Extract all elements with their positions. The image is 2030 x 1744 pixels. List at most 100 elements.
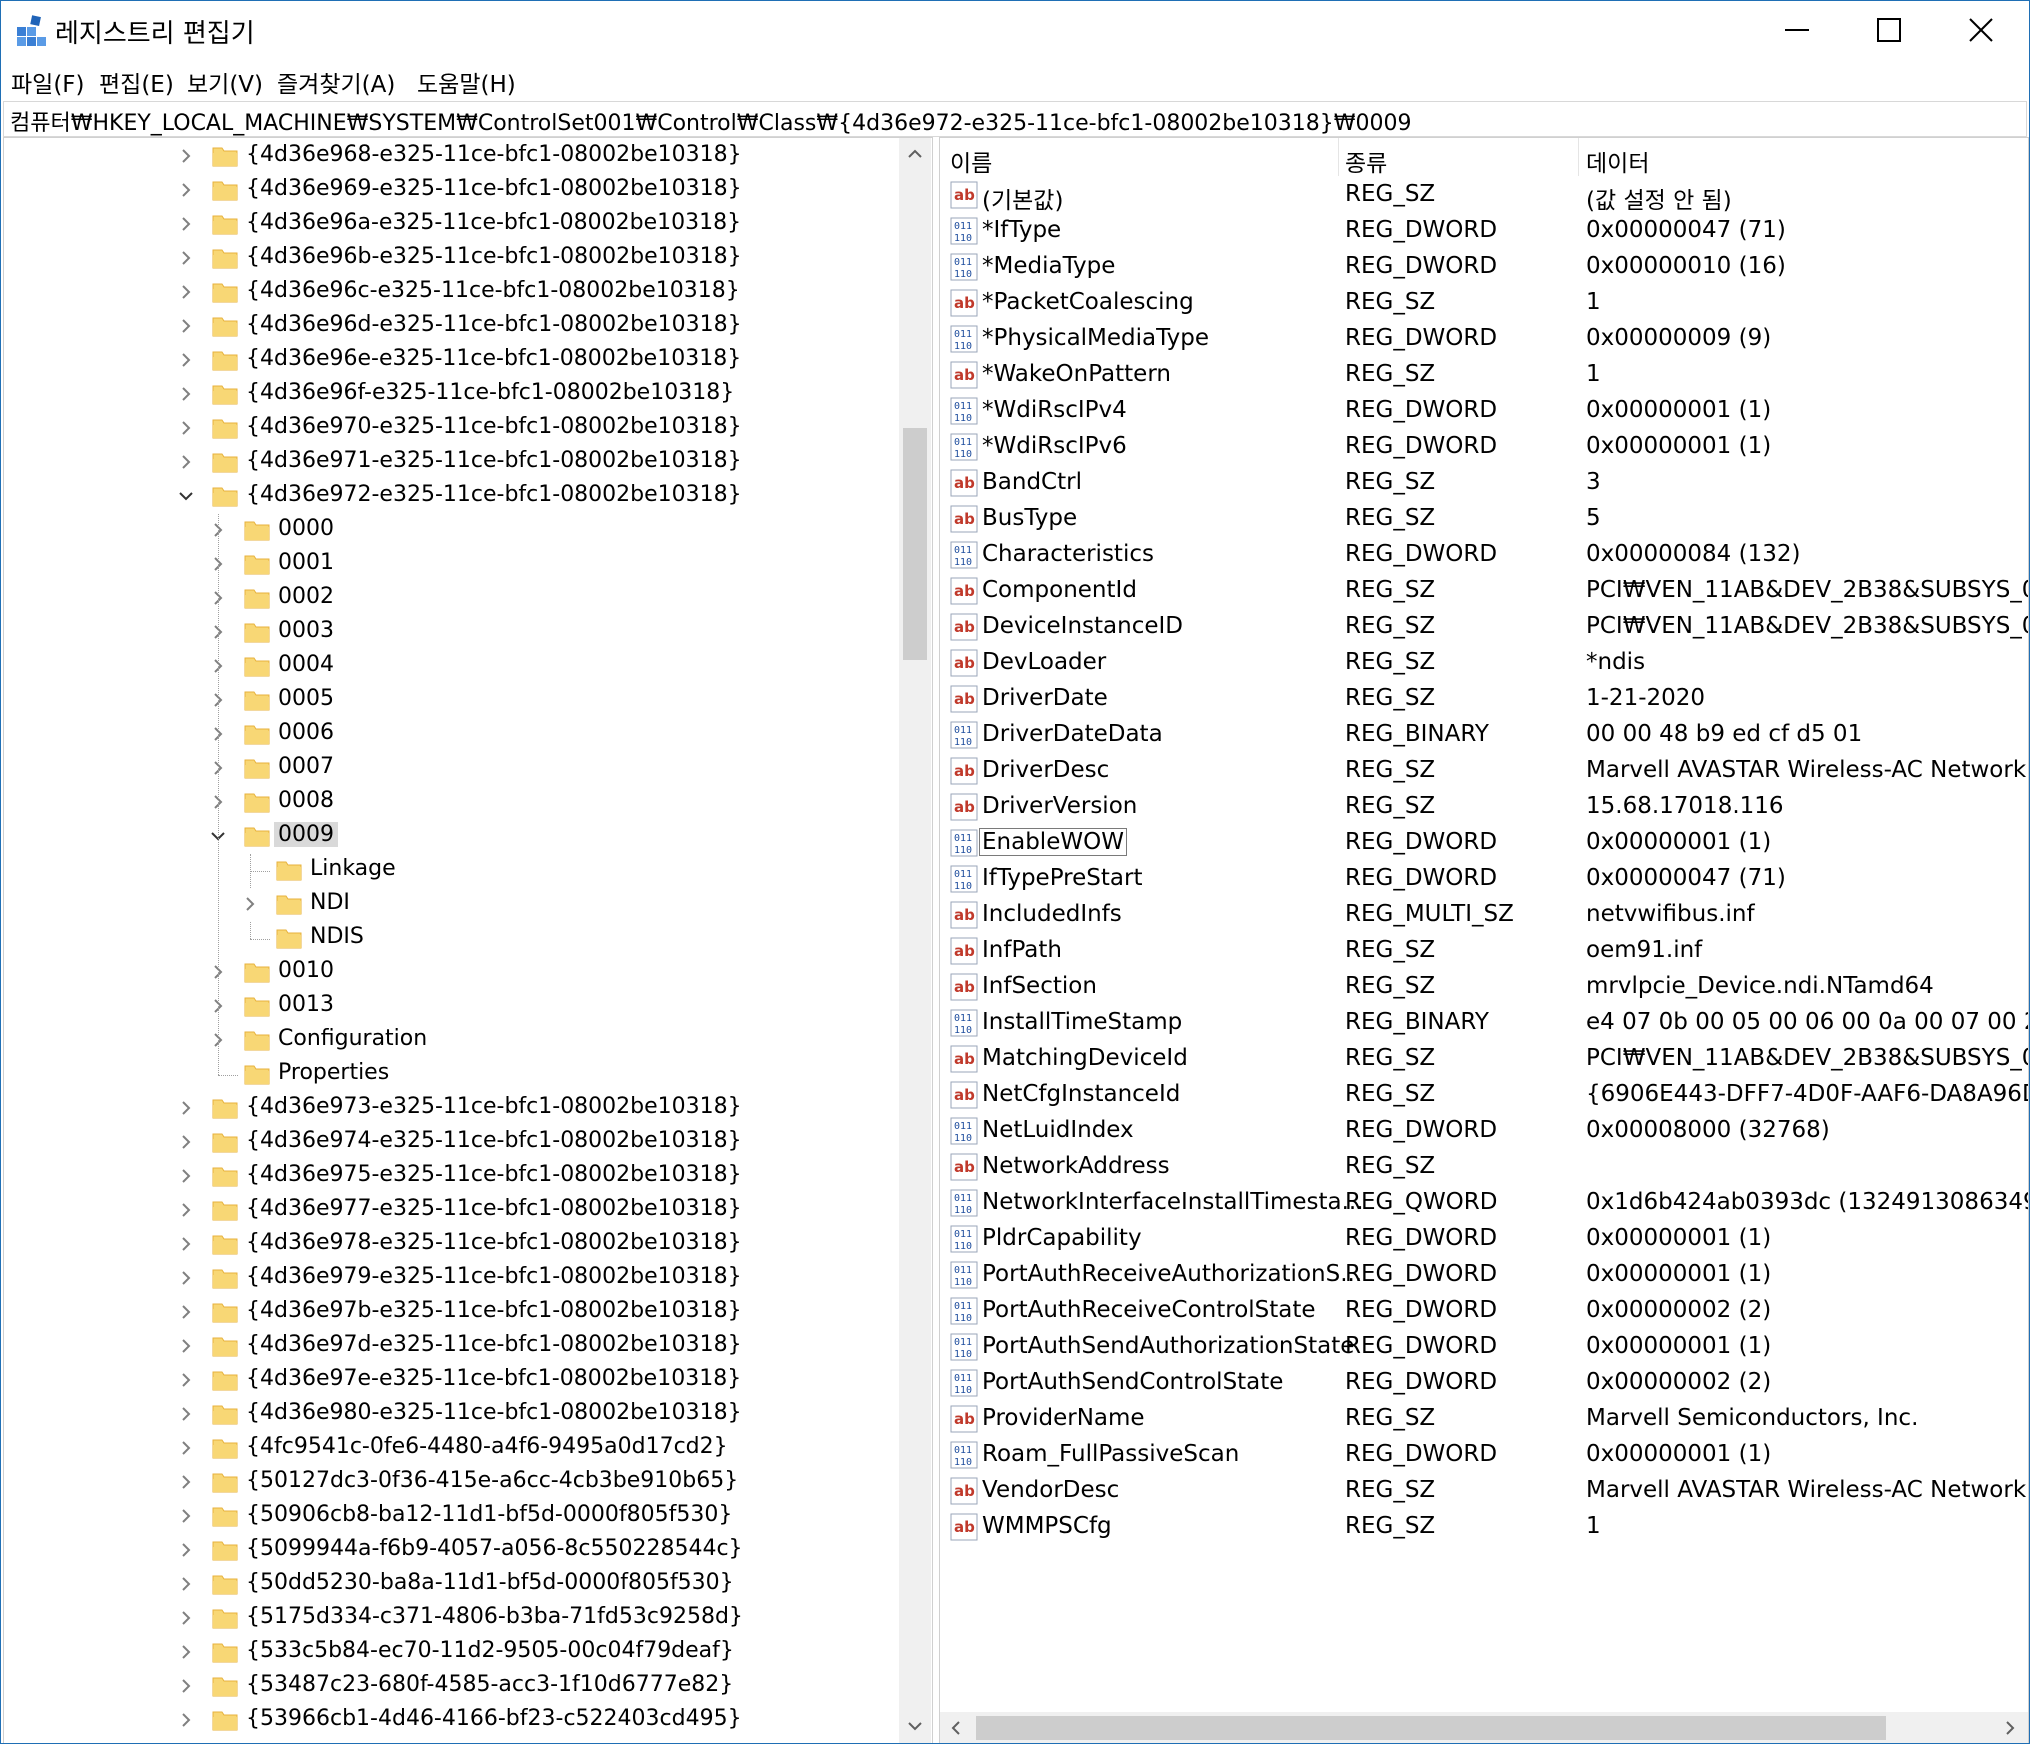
value-row[interactable]: ab IncludedInfs REG_MULTI_SZ netvwifibus.in… [940,898,2028,934]
tree-node-label[interactable]: 0007 [274,754,338,779]
tree-node[interactable]: {53487c23-680f-4585-acc3-1f10d6777e82} [4,1670,884,1704]
value-row[interactable]: 011 110 PortAuthSendControlState REG_DWORD 0… [940,1366,2028,1402]
tree-node-label[interactable]: {4d36e97d-e325-11ce-bfc1-08002be10318} [242,1332,746,1357]
tree-node[interactable]: 0002 [4,582,884,616]
tree-node[interactable]: {4d36e97e-e325-11ce-bfc1-08002be10318} [4,1364,884,1398]
tree-node[interactable]: {4d36e96a-e325-11ce-bfc1-08002be10318} [4,208,884,242]
tree-node[interactable]: {5175d334-c371-4806-b3ba-71fd53c9258d} [4,1602,884,1636]
tree-node[interactable]: {4d36e973-e325-11ce-bfc1-08002be10318} [4,1092,884,1126]
tree-node-label[interactable]: {4d36e97e-e325-11ce-bfc1-08002be10318} [242,1366,745,1391]
value-row[interactable]: 011 110 *IfType REG_DWORD 0x00000047 (71) [940,214,2028,250]
tree-node-label[interactable]: 0001 [274,550,338,575]
value-row[interactable]: ab DeviceInstanceID REG_SZ PCI₩VEN_11AB&DEV… [940,610,2028,646]
tree-node[interactable]: {50dd5230-ba8a-11d1-bf5d-0000f805f530} [4,1568,884,1602]
column-header-data[interactable]: 데이터 [1586,144,1649,182]
tree-node-label[interactable]: {4d36e96a-e325-11ce-bfc1-08002be10318} [242,210,745,235]
value-row[interactable]: ab NetCfgInstanceId REG_SZ {6906E443-DFF7-4… [940,1078,2028,1114]
chevron-right-icon[interactable] [176,1642,196,1662]
value-row[interactable]: 011 110 Roam_FullPassiveScan REG_DWORD 0x000… [940,1438,2028,1474]
tree-node-label[interactable]: Linkage [306,856,400,881]
chevron-right-icon[interactable] [176,1098,196,1118]
value-row[interactable]: 011 110 PldrCapability REG_DWORD 0x00000001 … [940,1222,2028,1258]
tree-node-label[interactable]: {50dd5230-ba8a-11d1-bf5d-0000f805f530} [242,1570,738,1595]
tree-node[interactable]: {4d36e969-e325-11ce-bfc1-08002be10318} [4,174,884,208]
chevron-right-icon[interactable] [176,1472,196,1492]
menu-favorites[interactable]: 즐겨찾기(A) [273,63,399,101]
tree-node[interactable]: {4d36e97b-e325-11ce-bfc1-08002be10318} [4,1296,884,1330]
tree-node-label[interactable]: 0002 [274,584,338,609]
value-row[interactable]: ab BusType REG_SZ 5 [940,502,2028,538]
scroll-right-icon[interactable] [2002,1720,2018,1736]
chevron-right-icon[interactable] [176,316,196,336]
tree-node[interactable]: {4d36e977-e325-11ce-bfc1-08002be10318} [4,1194,884,1228]
column-header-name[interactable]: 이름 [950,144,992,182]
tree-node-label[interactable]: 0000 [274,516,338,541]
chevron-right-icon[interactable] [176,1506,196,1526]
value-row[interactable]: 011 110 PortAuthSendAuthorizationState REG_… [940,1330,2028,1366]
tree-node-label[interactable]: {53487c23-680f-4585-acc3-1f10d6777e82} [242,1672,737,1697]
tree-node[interactable]: 0008 [4,786,884,820]
chevron-right-icon[interactable] [176,1540,196,1560]
chevron-right-icon[interactable] [176,248,196,268]
tree-node[interactable]: {4d36e972-e325-11ce-bfc1-08002be10318} [4,480,884,514]
chevron-right-icon[interactable] [176,350,196,370]
column-separator[interactable] [1338,138,1339,176]
tree-node[interactable]: 0010 [4,956,884,990]
tree-node[interactable]: {5099944a-f6b9-4057-a056-8c550228544c} [4,1534,884,1568]
tree-node-label[interactable]: {4d36e972-e325-11ce-bfc1-08002be10318} [242,482,746,507]
value-row[interactable]: ab ProviderName REG_SZ Marvell Semiconducto… [940,1402,2028,1438]
tree-node-label[interactable]: {50127dc3-0f36-415e-a6cc-4cb3be910b65} [242,1468,742,1493]
tree-node-label[interactable]: {4d36e970-e325-11ce-bfc1-08002be10318} [242,414,746,439]
menu-file[interactable]: 파일(F) [7,63,89,101]
value-row[interactable]: 011 110 InstallTimeStamp REG_BINARY e4 07 0b… [940,1006,2028,1042]
key-tree-pane[interactable]: {4d36e968-e325-11ce-bfc1-08002be10318} {4… [3,137,933,1743]
tree-node[interactable]: 0006 [4,718,884,752]
tree-node-label[interactable]: {4d36e974-e325-11ce-bfc1-08002be10318} [242,1128,746,1153]
value-row[interactable]: ab *PacketCoalescing REG_SZ 1 [940,286,2028,322]
value-row[interactable]: 011 110 DriverDateData REG_BINARY 00 00 48 b… [940,718,2028,754]
chevron-right-icon[interactable] [176,1438,196,1458]
tree-node[interactable]: Linkage [4,854,884,888]
tree-node-label[interactable]: 0004 [274,652,338,677]
value-row[interactable]: ab DevLoader REG_SZ *ndis [940,646,2028,682]
chevron-right-icon[interactable] [176,1370,196,1390]
tree-node-label[interactable]: {4d36e978-e325-11ce-bfc1-08002be10318} [242,1230,746,1255]
value-row[interactable]: 011 110 NetworkInterfaceInstallTimesta... R… [940,1186,2028,1222]
tree-node[interactable]: {4d36e96e-e325-11ce-bfc1-08002be10318} [4,344,884,378]
chevron-right-icon[interactable] [240,894,260,914]
tree-node-label[interactable]: {4d36e96d-e325-11ce-bfc1-08002be10318} [242,312,746,337]
tree-node-label[interactable]: {4d36e973-e325-11ce-bfc1-08002be10318} [242,1094,746,1119]
menu-edit[interactable]: 편집(E) [95,63,178,101]
column-header-type[interactable]: 종류 [1345,144,1387,182]
tree-node-label[interactable]: NDIS [306,924,368,949]
address-bar[interactable]: 컴퓨터₩HKEY_LOCAL_MACHINE₩SYSTEM₩ControlSet… [3,101,2027,137]
chevron-right-icon[interactable] [176,1234,196,1254]
tree-node[interactable]: {4fc9541c-0fe6-4480-a4f6-9495a0d17cd2} [4,1432,884,1466]
tree-node[interactable]: {4d36e96b-e325-11ce-bfc1-08002be10318} [4,242,884,276]
tree-node-label[interactable]: {4d36e977-e325-11ce-bfc1-08002be10318} [242,1196,746,1221]
tree-node-label[interactable]: {4d36e96b-e325-11ce-bfc1-08002be10318} [242,244,746,269]
tree-node[interactable]: 0001 [4,548,884,582]
tree-node[interactable]: 0009 [4,820,884,854]
scroll-up-icon[interactable] [907,146,923,162]
tree-node-label[interactable]: Properties [274,1060,393,1085]
value-row[interactable]: ab MatchingDeviceId REG_SZ PCI₩VEN_11AB&DEV… [940,1042,2028,1078]
chevron-right-icon[interactable] [176,384,196,404]
value-row[interactable]: 011 110 *PhysicalMediaType REG_DWORD 0x00000… [940,322,2028,358]
menu-view[interactable]: 보기(V) [183,63,267,101]
value-row[interactable]: 011 110 PortAuthReceiveControlState REG_DWO… [940,1294,2028,1330]
tree-node-label[interactable]: {4fc9541c-0fe6-4480-a4f6-9495a0d17cd2} [242,1434,732,1459]
chevron-right-icon[interactable] [176,1676,196,1696]
tree-node[interactable]: NDIS [4,922,884,956]
tree-scroll-thumb[interactable] [903,428,927,660]
value-row[interactable]: ab WMMPSCfg REG_SZ 1 [940,1510,2028,1546]
value-list-pane[interactable]: 이름 종류 데이터 ab (기본값) REG_SZ (값 설정 안 됨) 011 110 *… [939,137,2029,1743]
tree-node[interactable]: {4d36e96f-e325-11ce-bfc1-08002be10318} [4,378,884,412]
tree-node-label[interactable]: {50906cb8-ba12-11d1-bf5d-0000f805f530} [242,1502,736,1527]
value-row[interactable]: ab DriverDate REG_SZ 1-21-2020 [940,682,2028,718]
tree-node-label[interactable]: {4d36e979-e325-11ce-bfc1-08002be10318} [242,1264,746,1289]
value-row[interactable]: ab *WakeOnPattern REG_SZ 1 [940,358,2028,394]
tree-node[interactable]: {4d36e979-e325-11ce-bfc1-08002be10318} [4,1262,884,1296]
tree-node-label[interactable]: {4d36e969-e325-11ce-bfc1-08002be10318} [242,176,746,201]
tree-node[interactable]: {53966cb1-4d46-4166-bf23-c522403cd495} [4,1704,884,1738]
